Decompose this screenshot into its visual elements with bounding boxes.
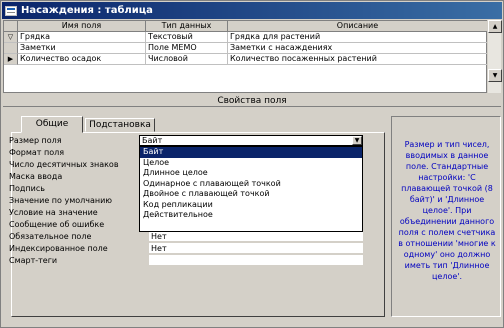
- field-size-value: Байт: [142, 136, 163, 145]
- help-panel: Размер и тип чисел, вводимых в данное по…: [391, 116, 501, 317]
- table-icon: [5, 5, 17, 16]
- description-cell[interactable]: Количество посаженных растений: [228, 54, 488, 65]
- grid-header: Имя поля Тип данных Описание: [4, 21, 488, 32]
- field-name-cell[interactable]: Заметки: [18, 43, 146, 54]
- grid-vertical-scrollbar[interactable]: ▲ ▼: [487, 20, 502, 93]
- header-selector: [4, 21, 18, 32]
- field-size-select[interactable]: Байт ▼: [139, 135, 363, 146]
- row-selector[interactable]: [4, 43, 18, 54]
- indexed-field[interactable]: Нет: [149, 243, 363, 254]
- dropdown-option[interactable]: Двойное с плавающей точкой: [140, 189, 362, 200]
- description-cell[interactable]: Заметки с насаждениях: [228, 43, 488, 54]
- table-row[interactable]: ▶ Количество осадок Числовой Количество …: [4, 54, 488, 65]
- row-selector[interactable]: ▶: [4, 54, 18, 65]
- table-row[interactable]: Заметки Поле MEMO Заметки с насаждениях: [4, 43, 488, 54]
- data-type-cell[interactable]: Поле MEMO: [146, 43, 228, 54]
- field-grid: Имя поля Тип данных Описание ▽ Грядка Те…: [3, 20, 488, 93]
- window-title: Насаждения : таблица: [21, 5, 153, 16]
- dropdown-option[interactable]: Байт: [140, 147, 362, 158]
- prop-label-input-mask: Маска ввода: [9, 172, 63, 181]
- dropdown-option[interactable]: Целое: [140, 158, 362, 169]
- table-design-window: Насаждения : таблица Имя поля Тип данных…: [0, 0, 504, 328]
- tab-lookup[interactable]: Подстановка: [85, 118, 155, 132]
- prop-label-validation-text: Сообщение об ошибке: [9, 220, 105, 229]
- prop-label-validation-rule: Условие на значение: [9, 208, 98, 217]
- field-name-cell[interactable]: Грядка: [18, 32, 146, 43]
- required-field[interactable]: Нет: [149, 231, 363, 242]
- prop-label-indexed: Индексированное поле: [9, 244, 108, 253]
- prop-label-decimal-places: Число десятичных знаков: [9, 160, 119, 169]
- scroll-up-icon[interactable]: ▲: [488, 20, 502, 33]
- row-selector[interactable]: ▽: [4, 32, 18, 43]
- prop-label-field-size: Размер поля: [9, 136, 62, 145]
- prop-label-required: Обязательное поле: [9, 232, 92, 241]
- header-description: Описание: [228, 21, 488, 32]
- help-text: Размер и тип чисел, вводимых в данное по…: [398, 140, 496, 281]
- title-bar[interactable]: Насаждения : таблица: [2, 2, 502, 19]
- field-size-dropdown-list[interactable]: Байт Целое Длинное целое Одинарное с пла…: [139, 146, 363, 232]
- smart-tags-field[interactable]: [149, 255, 363, 266]
- prop-label-default-value: Значение по умолчанию: [9, 196, 113, 205]
- prop-label-smart-tags: Смарт-теги: [9, 256, 58, 265]
- dropdown-option[interactable]: Длинное целое: [140, 168, 362, 179]
- table-row[interactable]: ▽ Грядка Текстовый Грядка для растений: [4, 32, 488, 43]
- field-name-cell[interactable]: Количество осадок: [18, 54, 146, 65]
- header-data-type: Тип данных: [146, 21, 228, 32]
- field-properties-header: Свойства поля: [3, 95, 501, 107]
- prop-label-format: Формат поля: [9, 148, 65, 157]
- scroll-down-icon[interactable]: ▼: [488, 69, 502, 82]
- tab-general[interactable]: Общие: [21, 116, 83, 133]
- dropdown-option[interactable]: Одинарное с плавающей точкой: [140, 179, 362, 190]
- dropdown-option[interactable]: Действительное: [140, 210, 362, 221]
- header-field-name: Имя поля: [18, 21, 146, 32]
- data-type-cell[interactable]: Текстовый: [146, 32, 228, 43]
- prop-label-caption: Подпись: [9, 184, 45, 193]
- data-type-cell[interactable]: Числовой: [146, 54, 228, 65]
- chevron-down-icon[interactable]: ▼: [352, 136, 362, 145]
- dropdown-option[interactable]: Код репликации: [140, 200, 362, 211]
- description-cell[interactable]: Грядка для растений: [228, 32, 488, 43]
